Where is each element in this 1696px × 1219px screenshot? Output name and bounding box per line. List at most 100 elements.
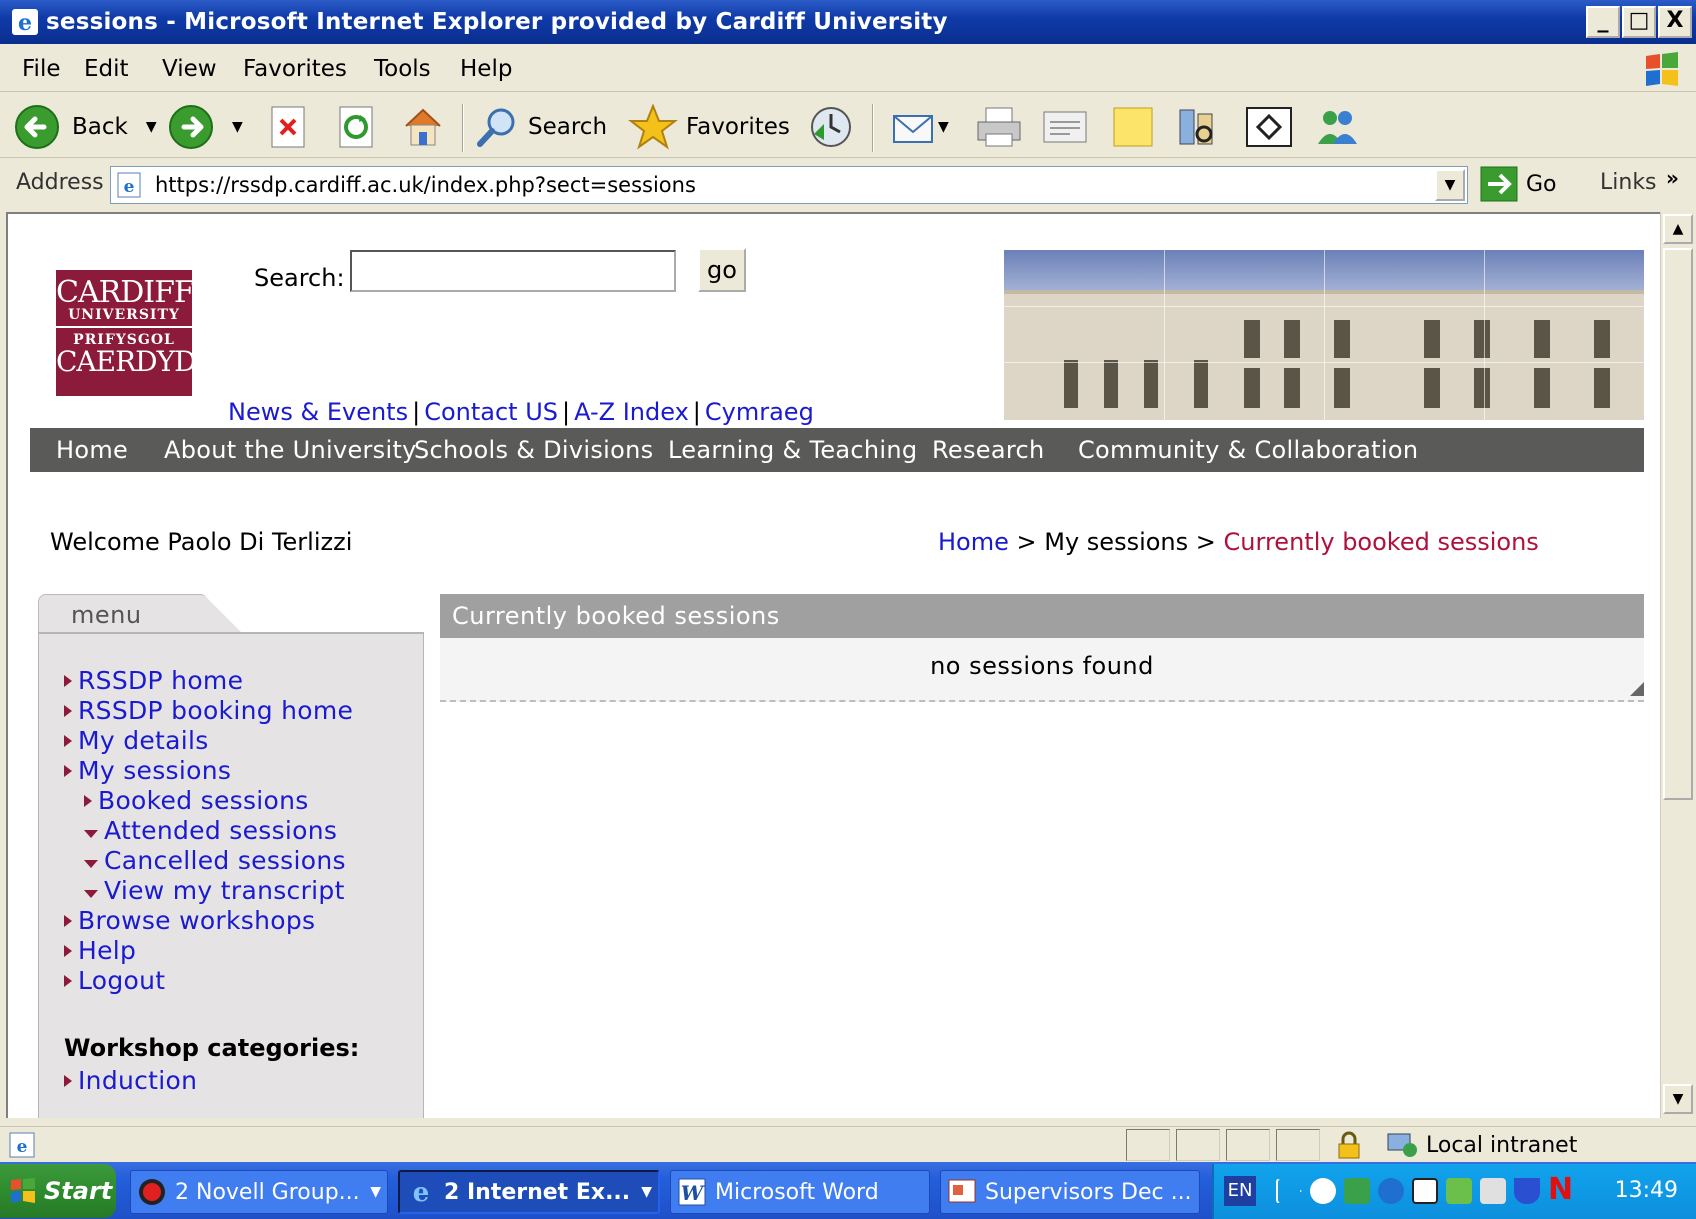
sidebar-item-rssdp-booking-home[interactable]: RSSDP booking home	[64, 696, 353, 725]
arrow-right-icon	[64, 914, 72, 927]
sidebar-item-view-transcript[interactable]: View my transcript	[84, 876, 345, 905]
edit-button[interactable]	[1040, 104, 1090, 150]
menu-edit[interactable]: Edit	[84, 56, 129, 82]
scroll-down-button[interactable]: ▼	[1663, 1084, 1693, 1114]
home-button[interactable]	[400, 104, 446, 150]
lock-icon[interactable]	[1334, 1130, 1364, 1160]
menu-tools[interactable]: Tools	[374, 56, 431, 82]
clock[interactable]: 13:49	[1615, 1178, 1678, 1203]
status-bar: e Local intranet	[0, 1126, 1696, 1162]
nav-home[interactable]: Home	[56, 436, 128, 464]
menu-view[interactable]: View	[162, 56, 217, 82]
security-zone[interactable]: Local intranet	[1386, 1130, 1577, 1160]
taskbar-novell-group[interactable]: 2 Novell Group... ▼	[130, 1170, 388, 1214]
svg-text:e: e	[17, 1137, 28, 1157]
search-button[interactable]: Search	[474, 104, 607, 150]
address-input[interactable]: e https://rssdp.cardiff.ac.uk/index.php?…	[110, 166, 1468, 204]
arrow-down-icon	[84, 829, 98, 838]
sidebar-item-rssdp-home[interactable]: RSSDP home	[64, 666, 243, 695]
url-text: https://rssdp.cardiff.ac.uk/index.php?se…	[155, 173, 696, 197]
svg-text:W: W	[681, 1181, 706, 1205]
main-navigation: Home About the University Schools & Divi…	[30, 428, 1644, 472]
back-arrow-icon	[15, 105, 59, 149]
site-search-input[interactable]	[350, 250, 676, 292]
sidebar-item-help[interactable]: Help	[64, 936, 136, 965]
chevron-down-icon[interactable]: ▼	[146, 119, 157, 135]
standard-toolbar: Back ▼ ▼ Search Favorites ▼	[0, 96, 1696, 158]
title-bar[interactable]: e sessions - Microsoft Internet Explorer…	[0, 0, 1696, 44]
link-a-z-index[interactable]: A-Z Index	[574, 398, 689, 426]
code-icon[interactable]	[1412, 1178, 1438, 1204]
nav-schools-divisions[interactable]: Schools & Divisions	[414, 436, 653, 464]
refresh-button[interactable]	[336, 104, 376, 150]
sidebar-item-browse-workshops[interactable]: Browse workshops	[64, 906, 315, 935]
vertical-scrollbar[interactable]: ▲ ▼	[1660, 212, 1694, 1118]
print-button[interactable]	[974, 104, 1024, 150]
notes-button[interactable]	[1110, 104, 1156, 150]
window-title: sessions - Microsoft Internet Explorer p…	[46, 9, 948, 35]
sidebar-item-attended-sessions[interactable]: Attended sessions	[84, 816, 337, 845]
back-button[interactable]: Back ▼	[14, 104, 157, 150]
sidebar-item-cancelled-sessions[interactable]: Cancelled sessions	[84, 846, 346, 875]
globe-icon[interactable]	[1378, 1178, 1404, 1204]
menu-favorites[interactable]: Favorites	[243, 56, 347, 82]
source-button[interactable]	[1244, 104, 1294, 150]
menu-file[interactable]: File	[22, 56, 61, 82]
go-button[interactable]: Go	[1480, 166, 1557, 202]
link-news-events[interactable]: News & Events	[228, 398, 408, 426]
history-icon	[811, 107, 851, 147]
forward-button[interactable]: ▼	[168, 104, 243, 150]
sidebar-item-my-details[interactable]: My details	[64, 726, 209, 755]
research-button[interactable]	[1174, 104, 1220, 150]
arrow-right-icon	[64, 704, 72, 717]
stop-button[interactable]	[268, 104, 308, 150]
history-button[interactable]	[808, 104, 854, 150]
mail-button[interactable]: ▼	[890, 104, 949, 150]
play-icon[interactable]	[1276, 1178, 1302, 1204]
sidebar-item-my-sessions[interactable]: My sessions	[64, 756, 231, 785]
computer-icon[interactable]	[1480, 1178, 1506, 1204]
novell-icon[interactable]: N	[1548, 1172, 1573, 1207]
info-icon[interactable]	[1310, 1178, 1336, 1204]
sidebar-item-logout[interactable]: Logout	[64, 966, 165, 995]
forward-arrow-icon	[169, 105, 213, 149]
language-indicator[interactable]: EN	[1224, 1176, 1256, 1206]
chevron-right-icon[interactable]: »	[1666, 166, 1679, 190]
scroll-thumb[interactable]	[1663, 248, 1693, 800]
taskbar-internet-explorer[interactable]: e 2 Internet Ex... ▼	[398, 1170, 660, 1214]
sidebar-item-induction[interactable]: Induction	[64, 1066, 197, 1095]
sidebar-item-booked-sessions[interactable]: Booked sessions	[84, 786, 309, 815]
display-icon[interactable]	[1446, 1178, 1472, 1204]
menu-help[interactable]: Help	[460, 56, 512, 82]
chevron-down-icon[interactable]: ▼	[232, 119, 243, 135]
close-button[interactable]: X	[1658, 6, 1692, 38]
taskbar-supervisors-doc[interactable]: Supervisors Dec ...	[940, 1170, 1200, 1214]
nav-about-university[interactable]: About the University	[164, 436, 417, 464]
nav-community-collaboration[interactable]: Community & Collaboration	[1078, 436, 1418, 464]
maximize-button[interactable]: □	[1622, 6, 1656, 38]
go-label: Go	[1526, 171, 1557, 197]
breadcrumb-my-sessions: My sessions	[1044, 528, 1189, 556]
nav-learning-teaching[interactable]: Learning & Teaching	[668, 436, 917, 464]
links-button[interactable]: Links	[1600, 170, 1657, 195]
start-button[interactable]: Start	[0, 1164, 116, 1218]
link-cymraeg[interactable]: Cymraeg	[705, 398, 814, 426]
page-icon: e	[117, 172, 141, 198]
chevron-down-icon[interactable]: ▼	[1435, 169, 1465, 201]
cardiff-university-logo[interactable]: CARDIFF UNIVERSITY PRIFYSGOL CAERDYD	[56, 270, 197, 396]
link-contact-us[interactable]: Contact US	[424, 398, 558, 426]
chevron-down-icon[interactable]: ▼	[938, 119, 949, 135]
favorites-button[interactable]: Favorites	[628, 104, 790, 150]
nav-research[interactable]: Research	[932, 436, 1045, 464]
site-search-go-button[interactable]: go	[698, 248, 746, 292]
arrow-right-icon	[64, 674, 72, 687]
minimize-button[interactable]: _	[1586, 6, 1620, 38]
network-icon[interactable]	[1344, 1178, 1370, 1204]
scroll-up-button[interactable]: ▲	[1663, 214, 1693, 244]
shield-icon[interactable]	[1514, 1178, 1540, 1204]
university-building-banner	[1004, 250, 1644, 420]
messenger-button[interactable]	[1312, 104, 1362, 150]
taskbar-microsoft-word[interactable]: W Microsoft Word	[670, 1170, 930, 1214]
breadcrumb-home[interactable]: Home	[938, 528, 1009, 556]
menu-bar: File Edit View Favorites Tools Help	[0, 48, 1696, 92]
